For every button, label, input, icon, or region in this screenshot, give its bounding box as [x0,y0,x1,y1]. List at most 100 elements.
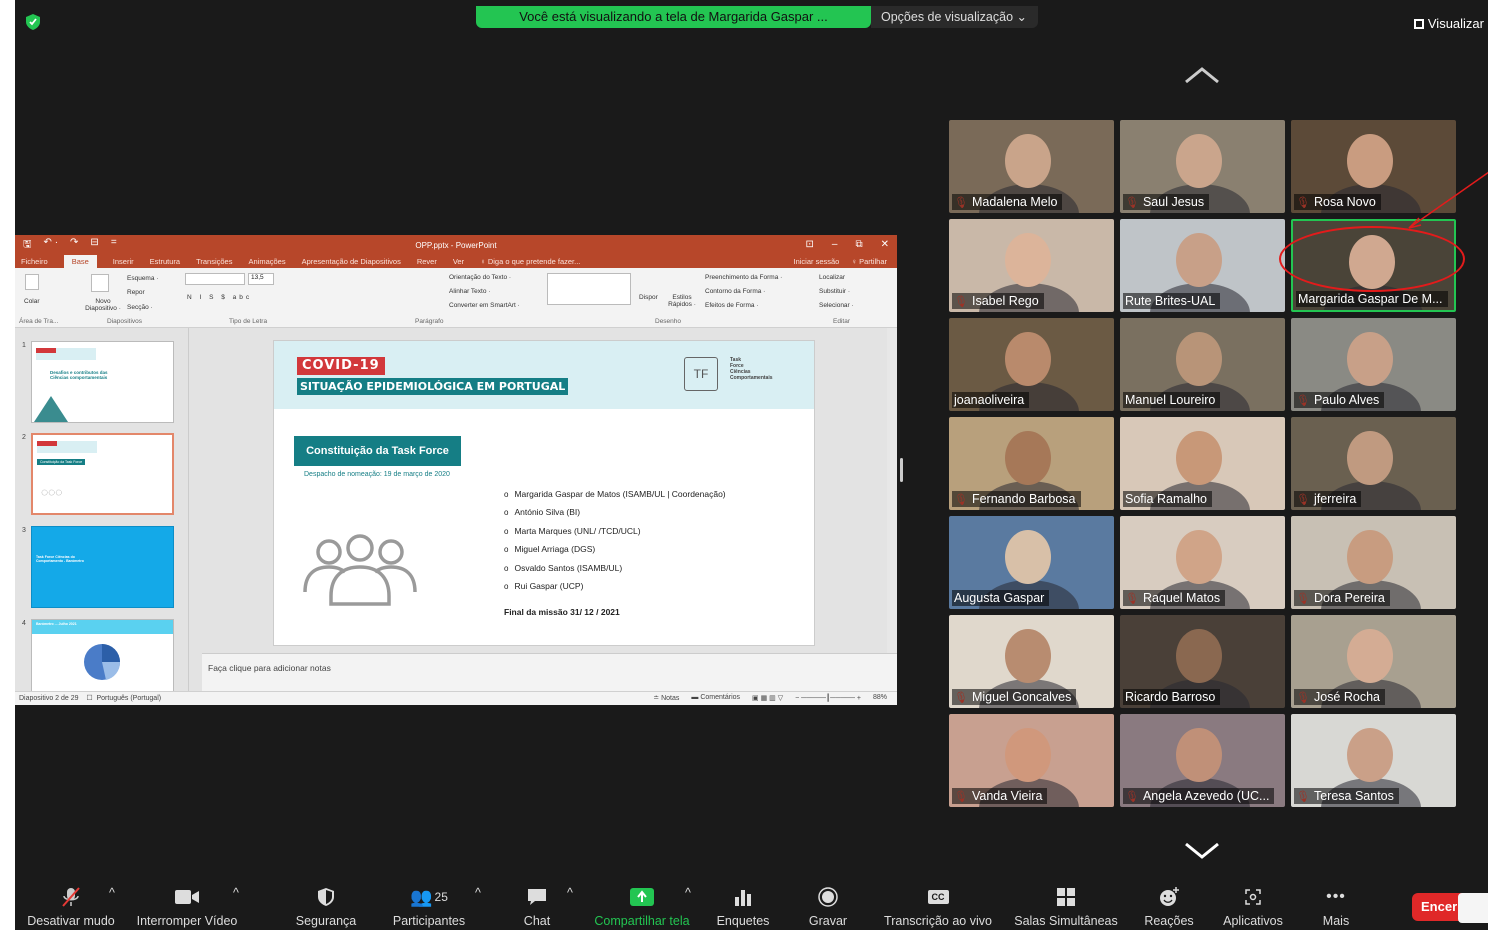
participant-tile[interactable]: Ricardo Barroso [1120,615,1285,708]
align-text-button[interactable]: Alinhar Texto · [449,288,490,295]
spellcheck-icon[interactable]: ☐ [86,695,92,702]
security-shield-icon[interactable] [25,13,41,31]
minimize-icon[interactable]: – [832,239,838,250]
participant-tile[interactable]: Manuel Loureiro [1120,318,1285,411]
view-buttons[interactable]: ▣ ▦ ▥ ▽ [752,694,783,702]
list-item: Miguel Arriaga (DGS) [504,544,726,562]
text-direction-button[interactable]: Orientação do Texto · [449,274,511,281]
comments-toggle[interactable]: ▬ Comentários [691,694,740,702]
participant-tile[interactable]: 🎙 Vanda Vieira [949,714,1114,807]
ppt-window-title: OPP.pptx - PowerPoint [415,240,497,250]
live-transcription-button[interactable]: CC Transcrição ao vivo [881,886,995,928]
share-link[interactable]: ♀ Partilhar [851,257,887,266]
gallery-prev-chevron-icon[interactable] [1184,66,1220,84]
language-indicator[interactable]: Português (Portugal) [97,695,162,702]
reactions-button[interactable]: Reações [1143,886,1195,928]
tab-animacoes[interactable]: Animações [248,257,285,266]
participant-tile[interactable]: 🎙 Paulo Alves [1291,318,1456,411]
view-options-dropdown[interactable]: Opções de visualização ⌄ [871,6,1038,28]
tab-estrutura[interactable]: Estrutura [150,257,180,266]
participant-tile[interactable]: Sofia Ramalho [1120,417,1285,510]
chat-options-caret[interactable]: ^ [567,886,573,900]
slide-thumbnail-1[interactable]: Desafios e contributos das Ciências comp… [31,341,174,423]
participant-tile[interactable]: 🎙 Dora Pereira [1291,516,1456,609]
tell-me-search[interactable]: ♀ Diga o que pretende fazer... [480,257,580,266]
slide-canvas[interactable]: COVID-19 SITUAÇÃO EPIDEMIOLÓGICA EM PORT… [273,340,815,646]
shapes-gallery[interactable] [547,273,631,305]
video-options-caret[interactable]: ^ [233,886,239,900]
close-icon[interactable]: ✕ [881,239,889,250]
new-slide-icon[interactable] [91,274,109,292]
quick-styles-button[interactable]: Estilos Rápidos · [667,294,697,308]
gallery-next-chevron-icon[interactable] [1184,842,1220,860]
tab-base[interactable]: Base [63,255,97,268]
splitter-handle[interactable] [900,458,903,482]
select-button[interactable]: Selecionar · [819,302,854,309]
more-button[interactable]: ••• Mais [1319,886,1353,928]
zoom-slider[interactable]: − ─────┃───── + [795,694,861,702]
participant-tile[interactable]: 🎙 Isabel Rego [949,219,1114,312]
slide-thumbnail-3[interactable]: Task Force Ciências do Comportamento - B… [31,526,174,608]
ribbon-display-icon[interactable]: ⊡ [806,239,814,250]
participant-tile[interactable]: 🎙 Angela Azevedo (UC... [1120,714,1285,807]
covid-title: COVID-19 [297,357,385,375]
participant-tile[interactable]: 🎙 Raquel Matos [1120,516,1285,609]
font-size-input[interactable]: 13,5 [248,273,274,285]
security-button[interactable]: Segurança [291,886,361,928]
slide-thumbnail-2[interactable]: Constituição da Task Force ◌◌◌ [31,433,174,515]
new-slide-button[interactable]: Novo Diapositivo · [79,298,127,312]
find-button[interactable]: Localizar [819,274,845,281]
participant-tile[interactable]: 🎙 José Rocha [1291,615,1456,708]
mute-button[interactable]: Desativar mudo [23,886,119,928]
font-format-buttons[interactable]: N I S $ abc [187,294,252,301]
record-button[interactable]: Gravar [803,886,853,928]
participant-tile[interactable]: 🎙 jferreira [1291,417,1456,510]
tab-apresentacao[interactable]: Apresentação de Diapositivos [302,257,401,266]
signin-link[interactable]: Iniciar sessão [794,257,840,266]
tab-rever[interactable]: Rever [417,257,437,266]
reset-button[interactable]: Repor [127,289,145,296]
share-options-caret[interactable]: ^ [685,886,691,900]
shape-outline-button[interactable]: Contorno da Forma · [705,288,765,295]
replace-button[interactable]: Substituir · [819,288,850,295]
participant-tile[interactable]: Rute Brites-UAL [1120,219,1285,312]
paste-button[interactable]: Colar [24,298,40,305]
breakout-rooms-button[interactable]: Salas Simultâneas [1011,886,1121,928]
slide-thumbnail-4[interactable]: Barómetro ... Julho 2021 [31,619,174,691]
tab-ver[interactable]: Ver [453,257,464,266]
participant-tile[interactable]: 🎙 Saul Jesus [1120,120,1285,213]
share-screen-button[interactable]: Compartilhar tela [589,886,695,928]
participant-tile[interactable]: 🎙 Teresa Santos [1291,714,1456,807]
tab-transicoes[interactable]: Transições [196,257,232,266]
zoom-level[interactable]: 88% [873,694,887,702]
stop-video-button[interactable]: Interromper Vídeo [133,886,241,928]
chat-button[interactable]: Chat [517,886,557,928]
participants-button[interactable]: 👥 25 Participantes [387,886,471,929]
shape-fill-button[interactable]: Preenchimento da Forma · [705,274,782,281]
participant-tile[interactable]: 🎙 Fernando Barbosa [949,417,1114,510]
participant-tile[interactable]: 🎙 Madalena Melo [949,120,1114,213]
participant-tile[interactable]: 🎙 Miguel Goncalves [949,615,1114,708]
participants-options-caret[interactable]: ^ [475,886,481,900]
arrange-button[interactable]: Dispor [639,294,658,301]
shape-effects-button[interactable]: Efeitos de Forma · [705,302,758,309]
restore-icon[interactable]: ⧉ [855,239,862,250]
participant-tile[interactable]: joanaoliveira [949,318,1114,411]
paste-icon[interactable] [25,274,39,290]
smartart-button[interactable]: Converter em SmartArt · [449,302,520,309]
thumbnails-scrollbar[interactable] [188,328,199,691]
section-button[interactable]: Secção · [127,304,153,311]
font-name-input[interactable] [185,273,245,285]
notes-pane[interactable]: Faça clique para adicionar notas [202,653,897,691]
apps-button[interactable]: Aplicativos [1217,886,1289,928]
notes-toggle[interactable]: ≐ Notas [653,694,679,702]
participant-name: Rute Brites-UAL [1123,293,1221,309]
view-button[interactable]: Visualizar [1413,16,1484,31]
mute-options-caret[interactable]: ^ [109,886,115,900]
layout-button[interactable]: Esquema · [127,275,158,282]
polls-button[interactable]: Enquetes [711,886,775,928]
tab-inserir[interactable]: Inserir [113,257,134,266]
thumb-text: Constituição da Task Force [37,459,86,465]
tab-ficheiro[interactable]: Ficheiro [21,257,48,266]
participant-tile[interactable]: Augusta Gaspar [949,516,1114,609]
